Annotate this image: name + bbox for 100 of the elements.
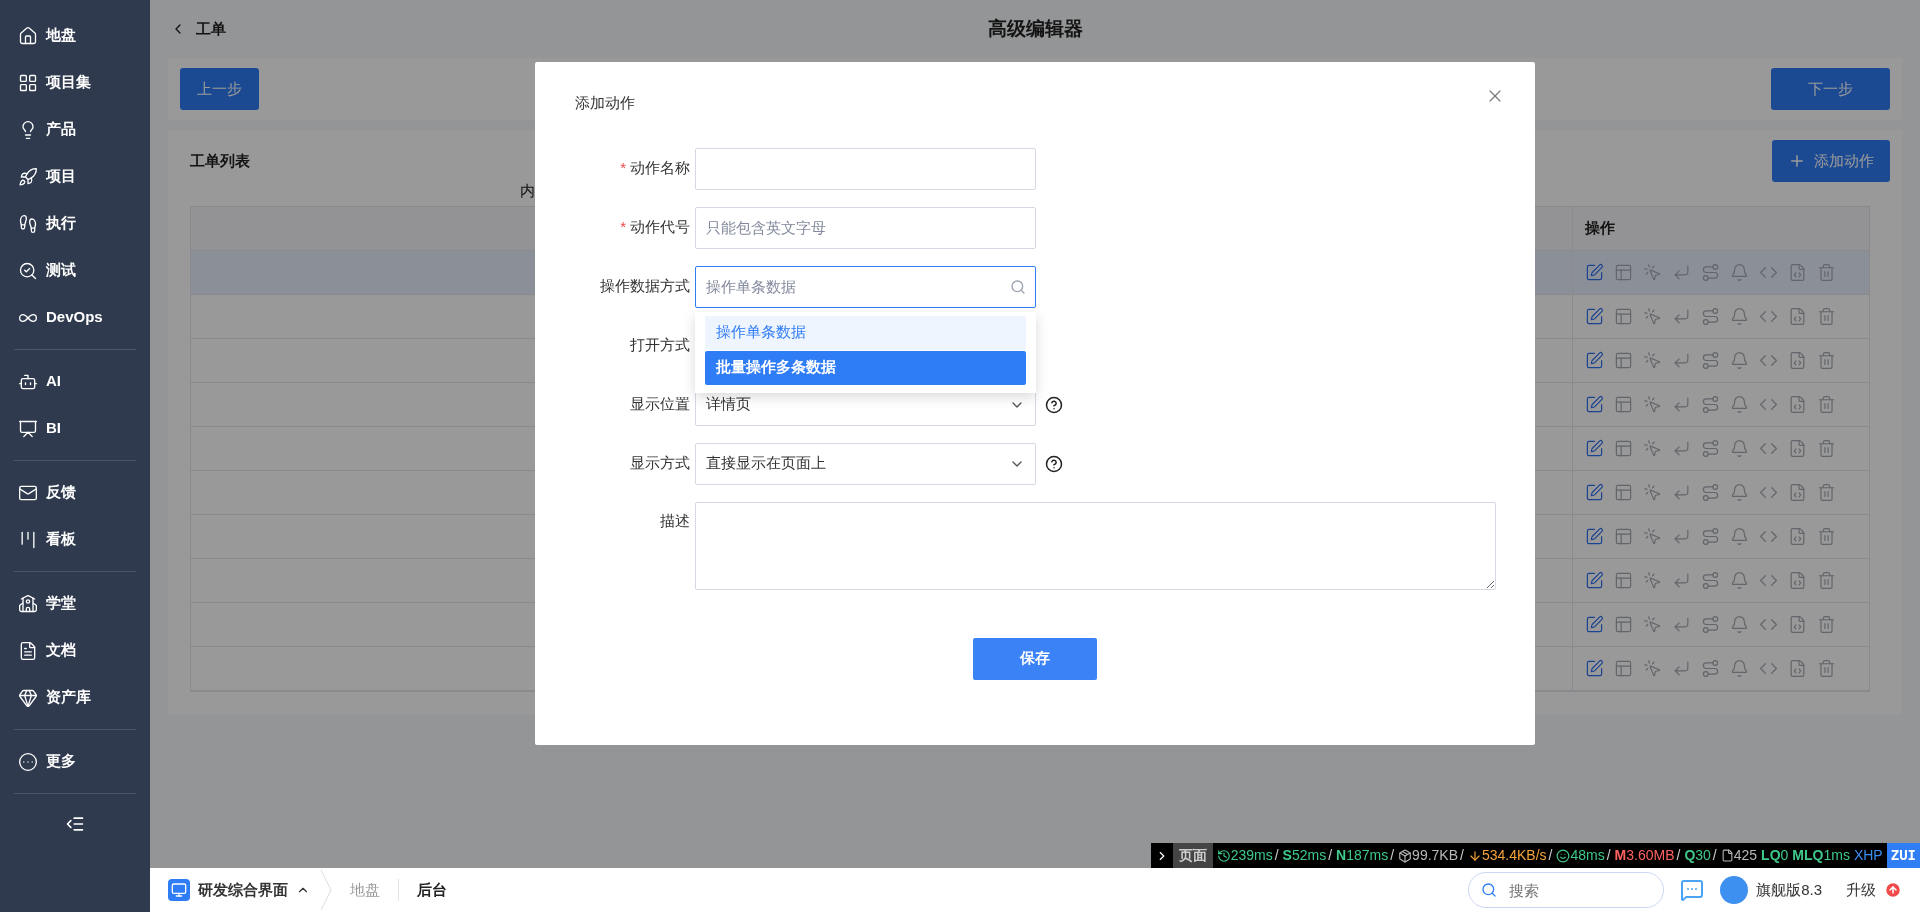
description-textarea[interactable] bbox=[695, 501, 1496, 590]
delete-icon[interactable] bbox=[1817, 307, 1836, 326]
breadcrumb-link[interactable]: 后台 bbox=[398, 878, 465, 902]
code-file-icon[interactable] bbox=[1788, 659, 1807, 678]
bell-icon[interactable] bbox=[1730, 615, 1749, 634]
code-file-icon[interactable] bbox=[1788, 395, 1807, 414]
delete-icon[interactable] bbox=[1817, 263, 1836, 282]
edit-icon[interactable] bbox=[1585, 395, 1604, 414]
sidebar-item[interactable]: BI bbox=[14, 405, 136, 452]
pointer-icon[interactable] bbox=[1643, 395, 1662, 414]
sidebar-item[interactable]: 执行 bbox=[14, 200, 136, 247]
sidebar-item[interactable]: 文档 bbox=[14, 627, 136, 674]
pointer-icon[interactable] bbox=[1643, 659, 1662, 678]
bell-icon[interactable] bbox=[1730, 395, 1749, 414]
code-file-icon[interactable] bbox=[1788, 571, 1807, 590]
edit-icon[interactable] bbox=[1585, 483, 1604, 502]
pointer-icon[interactable] bbox=[1643, 571, 1662, 590]
sidebar-item[interactable]: DevOps bbox=[14, 294, 136, 341]
bell-icon[interactable] bbox=[1730, 351, 1749, 370]
delete-icon[interactable] bbox=[1817, 615, 1836, 634]
search-select[interactable]: 操作单条数据 bbox=[695, 265, 1036, 308]
pointer-icon[interactable] bbox=[1643, 483, 1662, 502]
route-icon[interactable] bbox=[1701, 351, 1720, 370]
help-icon[interactable] bbox=[1045, 454, 1063, 473]
delete-icon[interactable] bbox=[1817, 571, 1836, 590]
route-icon[interactable] bbox=[1701, 483, 1720, 502]
edit-icon[interactable] bbox=[1585, 527, 1604, 546]
sidebar-item[interactable]: AI bbox=[14, 358, 136, 405]
sidebar-item[interactable]: 项目 bbox=[14, 153, 136, 200]
pointer-icon[interactable] bbox=[1643, 439, 1662, 458]
text-input[interactable] bbox=[695, 147, 1036, 190]
chat-icon[interactable] bbox=[1680, 878, 1705, 902]
sidebar-item[interactable]: 测试 bbox=[14, 247, 136, 294]
edit-icon[interactable] bbox=[1585, 307, 1604, 326]
edit-icon[interactable] bbox=[1585, 615, 1604, 634]
delete-icon[interactable] bbox=[1817, 395, 1836, 414]
sidebar-item[interactable]: 更多 bbox=[14, 738, 136, 785]
help-icon[interactable] bbox=[1045, 395, 1063, 414]
layout-icon[interactable] bbox=[1614, 615, 1633, 634]
bell-icon[interactable] bbox=[1730, 263, 1749, 282]
sidebar-item[interactable]: 资产库 bbox=[14, 674, 136, 721]
code-file-icon[interactable] bbox=[1788, 263, 1807, 282]
upgrade-link[interactable]: 升级 bbox=[1846, 878, 1902, 902]
bell-icon[interactable] bbox=[1730, 307, 1749, 326]
code-file-icon[interactable] bbox=[1788, 483, 1807, 502]
back-link[interactable]: 工单 bbox=[170, 17, 226, 41]
edit-icon[interactable] bbox=[1585, 351, 1604, 370]
layout-icon[interactable] bbox=[1614, 659, 1633, 678]
bell-icon[interactable] bbox=[1730, 527, 1749, 546]
bell-icon[interactable] bbox=[1730, 659, 1749, 678]
code-file-icon[interactable] bbox=[1788, 351, 1807, 370]
edit-icon[interactable] bbox=[1585, 263, 1604, 282]
edit-icon[interactable] bbox=[1585, 571, 1604, 590]
pointer-icon[interactable] bbox=[1643, 263, 1662, 282]
route-icon[interactable] bbox=[1701, 395, 1720, 414]
sidebar-item[interactable]: 看板 bbox=[14, 516, 136, 563]
route-icon[interactable] bbox=[1701, 615, 1720, 634]
code-file-icon[interactable] bbox=[1788, 527, 1807, 546]
delete-icon[interactable] bbox=[1817, 659, 1836, 678]
select-field[interactable]: 直接显示在页面上 bbox=[695, 442, 1036, 485]
pointer-icon[interactable] bbox=[1643, 307, 1662, 326]
sidebar-item[interactable]: 地盘 bbox=[14, 12, 136, 59]
bell-icon[interactable] bbox=[1730, 571, 1749, 590]
layout-icon[interactable] bbox=[1614, 351, 1633, 370]
layout-icon[interactable] bbox=[1614, 395, 1633, 414]
delete-icon[interactable] bbox=[1817, 483, 1836, 502]
code-file-icon[interactable] bbox=[1788, 439, 1807, 458]
layout-icon[interactable] bbox=[1614, 571, 1633, 590]
search-field[interactable]: 搜索 bbox=[1468, 872, 1665, 908]
route-icon[interactable] bbox=[1701, 659, 1720, 678]
sidebar-item[interactable]: 学堂 bbox=[14, 580, 136, 627]
layout-icon[interactable] bbox=[1614, 307, 1633, 326]
sidebar-item[interactable]: 产品 bbox=[14, 106, 136, 153]
route-icon[interactable] bbox=[1701, 439, 1720, 458]
bell-icon[interactable] bbox=[1730, 483, 1749, 502]
collapse-button[interactable] bbox=[65, 814, 85, 834]
save-button[interactable]: 保存 bbox=[973, 637, 1097, 680]
text-input[interactable]: 只能包含英文字母 bbox=[695, 206, 1036, 249]
edit-icon[interactable] bbox=[1585, 659, 1604, 678]
layout-icon[interactable] bbox=[1614, 527, 1633, 546]
delete-icon[interactable] bbox=[1817, 439, 1836, 458]
route-icon[interactable] bbox=[1701, 527, 1720, 546]
layout-icon[interactable] bbox=[1614, 263, 1633, 282]
dropdown-option[interactable]: 批量操作多条数据 bbox=[705, 350, 1026, 385]
pointer-icon[interactable] bbox=[1643, 615, 1662, 634]
route-icon[interactable] bbox=[1701, 307, 1720, 326]
delete-icon[interactable] bbox=[1817, 351, 1836, 370]
sidebar-item[interactable]: 项目集 bbox=[14, 59, 136, 106]
bell-icon[interactable] bbox=[1730, 439, 1749, 458]
sidebar-item[interactable]: 反馈 bbox=[14, 469, 136, 516]
pointer-icon[interactable] bbox=[1643, 527, 1662, 546]
delete-icon[interactable] bbox=[1817, 527, 1836, 546]
app-switcher[interactable]: 研发综合界面 bbox=[198, 878, 310, 902]
pointer-icon[interactable] bbox=[1643, 351, 1662, 370]
layout-icon[interactable] bbox=[1614, 483, 1633, 502]
code-file-icon[interactable] bbox=[1788, 307, 1807, 326]
route-icon[interactable] bbox=[1701, 571, 1720, 590]
route-icon[interactable] bbox=[1701, 263, 1720, 282]
code-file-icon[interactable] bbox=[1788, 615, 1807, 634]
layout-icon[interactable] bbox=[1614, 439, 1633, 458]
